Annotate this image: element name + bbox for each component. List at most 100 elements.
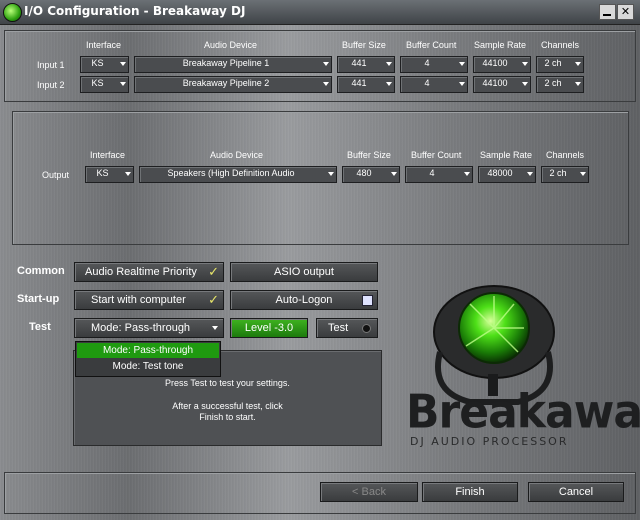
- button-label: Auto-Logon: [275, 294, 333, 306]
- chevron-down-icon: [522, 82, 528, 86]
- test-button[interactable]: Test: [316, 318, 378, 338]
- input-header-interface: Interface: [86, 40, 122, 50]
- back-button[interactable]: < Back: [320, 482, 418, 502]
- input-2-buffer-size-select[interactable]: 441: [337, 76, 395, 93]
- shortcut-icon: [362, 295, 373, 306]
- audio-realtime-priority-toggle[interactable]: Audio Realtime Priority ✓: [74, 262, 224, 282]
- chevron-down-icon: [459, 82, 465, 86]
- chevron-down-icon: [125, 172, 131, 176]
- input-2-channels-select[interactable]: 2 ch: [536, 76, 584, 93]
- finish-button[interactable]: Finish: [422, 482, 518, 502]
- output-device-select[interactable]: Speakers (High Definition Audio: [139, 166, 337, 183]
- select-value: 2 ch: [549, 168, 567, 178]
- chevron-down-icon: [120, 82, 126, 86]
- output-header-buffer-count: Buffer Count: [411, 150, 462, 160]
- input-1-interface-select[interactable]: KS: [80, 56, 129, 73]
- chevron-down-icon: [323, 82, 329, 86]
- select-value: Mode: Pass-through: [91, 322, 191, 334]
- output-header-interface: Interface: [90, 150, 126, 160]
- logo-tagline: DJ AUDIO PROCESSOR: [410, 435, 569, 448]
- toggle-label: Start with computer: [91, 294, 186, 306]
- startup-label: Start-up: [17, 293, 60, 305]
- level-control[interactable]: Level -3.0: [230, 318, 308, 338]
- select-value: Speakers (High Definition Audio: [167, 168, 295, 178]
- output-header-buffer-size: Buffer Size: [347, 150, 391, 160]
- title-bar: I/O Configuration - Breakaway DJ ✕: [0, 0, 640, 25]
- input-2-device-select[interactable]: Breakaway Pipeline 2: [134, 76, 332, 93]
- window-title: I/O Configuration - Breakaway DJ: [24, 4, 246, 18]
- output-sample-rate-select[interactable]: 48000: [478, 166, 536, 183]
- select-value: KS: [96, 168, 109, 178]
- menu-item-pass-through[interactable]: Mode: Pass-through: [77, 343, 219, 358]
- minimize-button[interactable]: [599, 4, 616, 20]
- start-with-computer-toggle[interactable]: Start with computer ✓: [74, 290, 224, 310]
- select-value: 4: [424, 58, 430, 68]
- select-value: 480: [356, 168, 372, 178]
- common-label: Common: [17, 265, 65, 277]
- output-channels-select[interactable]: 2 ch: [541, 166, 589, 183]
- output-label: Output: [42, 170, 70, 180]
- select-value: 2 ch: [544, 58, 562, 68]
- select-value: KS: [91, 58, 104, 68]
- select-value: 2 ch: [544, 78, 562, 88]
- chevron-down-icon: [120, 62, 126, 66]
- close-button[interactable]: ✕: [617, 4, 634, 20]
- output-header-channels: Channels: [546, 150, 585, 160]
- io-config-window: I/O Configuration - Breakaway DJ ✕ Inter…: [0, 0, 640, 520]
- select-value: KS: [91, 78, 104, 88]
- chevron-down-icon: [386, 62, 392, 66]
- input-2-interface-select[interactable]: KS: [80, 76, 129, 93]
- input-2-label: Input 2: [37, 80, 65, 90]
- select-value: Breakaway Pipeline 1: [182, 58, 270, 68]
- chevron-down-icon: [212, 326, 218, 330]
- test-mode-select[interactable]: Mode: Pass-through: [74, 318, 224, 338]
- chevron-down-icon: [459, 62, 465, 66]
- input-2-sample-rate-select[interactable]: 44100: [473, 76, 531, 93]
- asio-output-toggle[interactable]: ASIO output: [230, 262, 378, 282]
- checkmark-icon: ✓: [208, 264, 219, 279]
- input-header-buffer-count: Buffer Count: [406, 40, 457, 50]
- message-line-1: Press Test to test your settings.: [165, 378, 290, 388]
- auto-logon-button[interactable]: Auto-Logon: [230, 290, 378, 310]
- logo-wordmark: Breakaway: [406, 385, 640, 440]
- input-header-channels: Channels: [541, 40, 580, 50]
- chevron-down-icon: [386, 82, 392, 86]
- menu-item-test-tone[interactable]: Mode: Test tone: [77, 359, 219, 374]
- chevron-down-icon: [527, 172, 533, 176]
- chevron-down-icon: [580, 172, 586, 176]
- select-value: Breakaway Pipeline 2: [182, 78, 270, 88]
- checkmark-icon: ✓: [208, 292, 219, 307]
- input-2-buffer-count-select[interactable]: 4: [400, 76, 468, 93]
- input-1-channels-select[interactable]: 2 ch: [536, 56, 584, 73]
- message-line-2: After a successful test, click: [172, 401, 283, 411]
- chevron-down-icon: [391, 172, 397, 176]
- breakaway-logo: Breakaway DJ AUDIO PROCESSOR: [400, 282, 640, 452]
- test-label: Test: [29, 321, 51, 333]
- output-header-sample-rate: Sample Rate: [480, 150, 533, 160]
- test-mode-menu: Mode: Pass-through Mode: Test tone: [75, 341, 221, 377]
- input-header-device: Audio Device: [204, 40, 258, 50]
- chevron-down-icon: [464, 172, 470, 176]
- select-value: 441: [351, 78, 367, 88]
- input-1-buffer-count-select[interactable]: 4: [400, 56, 468, 73]
- select-value: 44100: [482, 58, 508, 68]
- chevron-down-icon: [575, 62, 581, 66]
- output-buffer-size-select[interactable]: 480: [342, 166, 400, 183]
- select-value: 441: [351, 58, 367, 68]
- toggle-label: Audio Realtime Priority: [85, 266, 197, 278]
- output-buffer-count-select[interactable]: 4: [405, 166, 473, 183]
- input-1-device-select[interactable]: Breakaway Pipeline 1: [134, 56, 332, 73]
- input-1-sample-rate-select[interactable]: 44100: [473, 56, 531, 73]
- output-interface-select[interactable]: KS: [85, 166, 134, 183]
- output-header-device: Audio Device: [210, 150, 264, 160]
- select-value: 48000: [487, 168, 513, 178]
- button-label: Test: [328, 322, 349, 334]
- select-value: 4: [429, 168, 435, 178]
- breakaway-app-icon: [3, 3, 22, 22]
- input-1-buffer-size-select[interactable]: 441: [337, 56, 395, 73]
- cancel-button[interactable]: Cancel: [528, 482, 624, 502]
- status-led-icon: [362, 324, 371, 333]
- input-1-label: Input 1: [37, 60, 65, 70]
- chevron-down-icon: [575, 82, 581, 86]
- select-value: 4: [424, 78, 430, 88]
